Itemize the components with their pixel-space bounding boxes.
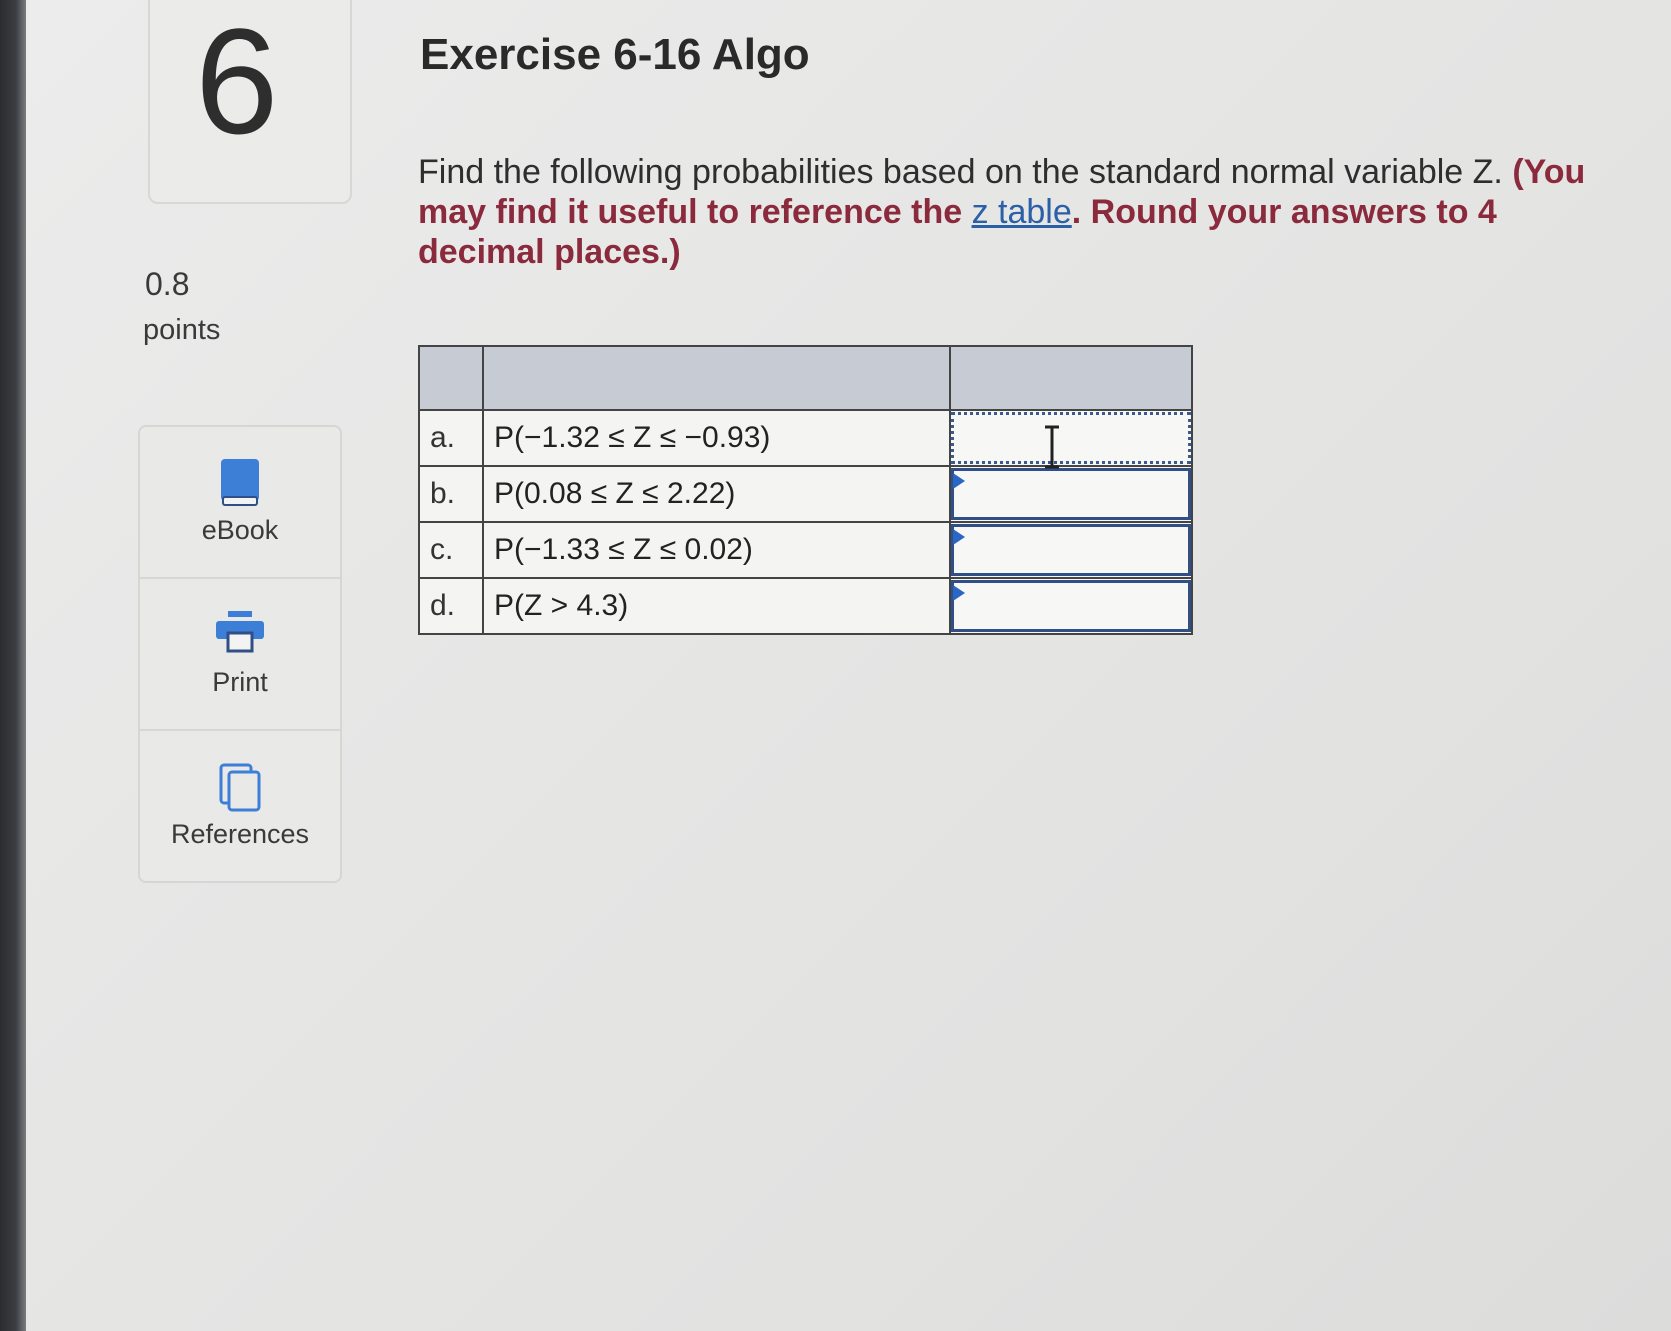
row-expression: P(Z > 4.3)	[482, 577, 951, 635]
ebook-label: eBook	[201, 515, 279, 545]
question-prompt: Find the following probabilities based o…	[418, 152, 1628, 272]
answer-input-c[interactable]	[951, 524, 1191, 576]
answer-input-a[interactable]	[951, 412, 1191, 464]
flag-icon	[953, 529, 965, 545]
ebook-button[interactable]: eBook	[140, 427, 340, 579]
header-cell-answer	[949, 345, 1193, 411]
tools-panel: eBook Print References	[138, 425, 342, 883]
points-value: 0.8	[145, 266, 190, 302]
prompt-text: Find the following probabilities based o…	[418, 153, 1503, 191]
references-button[interactable]: References	[140, 731, 340, 881]
flag-icon	[953, 585, 965, 601]
text-cursor-icon	[1042, 425, 1062, 474]
z-table-link[interactable]: z table	[972, 193, 1072, 231]
book-icon	[217, 457, 263, 514]
answer-input-d[interactable]	[951, 580, 1191, 632]
table-header-row	[418, 345, 1193, 411]
probability-table: a. P(−1.32 ≤ Z ≤ −0.93) b. P(0.08 ≤ Z ≤ …	[418, 345, 1193, 635]
table-row: c. P(−1.33 ≤ Z ≤ 0.02)	[418, 521, 1193, 579]
answer-cell	[949, 521, 1193, 579]
points-label: points	[143, 314, 221, 346]
header-cell-expression	[482, 345, 951, 411]
screen-bezel	[0, 0, 26, 1331]
row-expression: P(−1.33 ≤ Z ≤ 0.02)	[482, 521, 951, 579]
flag-icon	[953, 473, 965, 489]
print-label: Print	[212, 667, 268, 697]
row-letter: a.	[418, 409, 484, 467]
exercise-title: Exercise 6-16 Algo	[420, 30, 810, 79]
answer-cell	[949, 409, 1193, 467]
row-letter: b.	[418, 465, 484, 523]
question-number: 6	[195, 0, 279, 165]
answer-cell	[949, 577, 1193, 635]
answer-cell	[949, 465, 1193, 523]
row-letter: d.	[418, 577, 484, 635]
table-row: b. P(0.08 ≤ Z ≤ 2.22)	[418, 465, 1193, 523]
print-button[interactable]: Print	[140, 579, 340, 731]
row-expression: P(−1.32 ≤ Z ≤ −0.93)	[482, 409, 951, 467]
answer-input-b[interactable]	[951, 468, 1191, 520]
copy-icon	[217, 761, 263, 818]
table-row: a. P(−1.32 ≤ Z ≤ −0.93)	[418, 409, 1193, 467]
table-row: d. P(Z > 4.3)	[418, 577, 1193, 635]
row-expression: P(0.08 ≤ Z ≤ 2.22)	[482, 465, 951, 523]
row-letter: c.	[418, 521, 484, 579]
printer-icon	[214, 609, 266, 660]
header-cell-letter	[418, 345, 484, 411]
references-label: References	[170, 819, 310, 849]
